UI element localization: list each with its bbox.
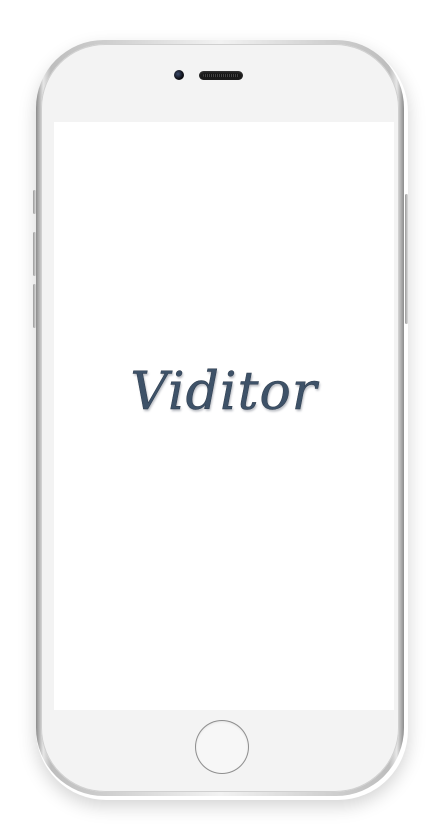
silent-switch xyxy=(33,190,36,214)
volume-down-button xyxy=(33,284,36,328)
earpiece-speaker-icon xyxy=(199,71,243,80)
volume-up-button xyxy=(33,232,36,276)
app-screen: Viditor xyxy=(54,122,394,710)
app-logo: Viditor xyxy=(130,362,318,423)
front-camera-icon xyxy=(174,70,184,80)
device-mockup: Viditor xyxy=(0,0,444,833)
power-button xyxy=(405,194,408,324)
home-button-icon[interactable] xyxy=(196,721,248,773)
